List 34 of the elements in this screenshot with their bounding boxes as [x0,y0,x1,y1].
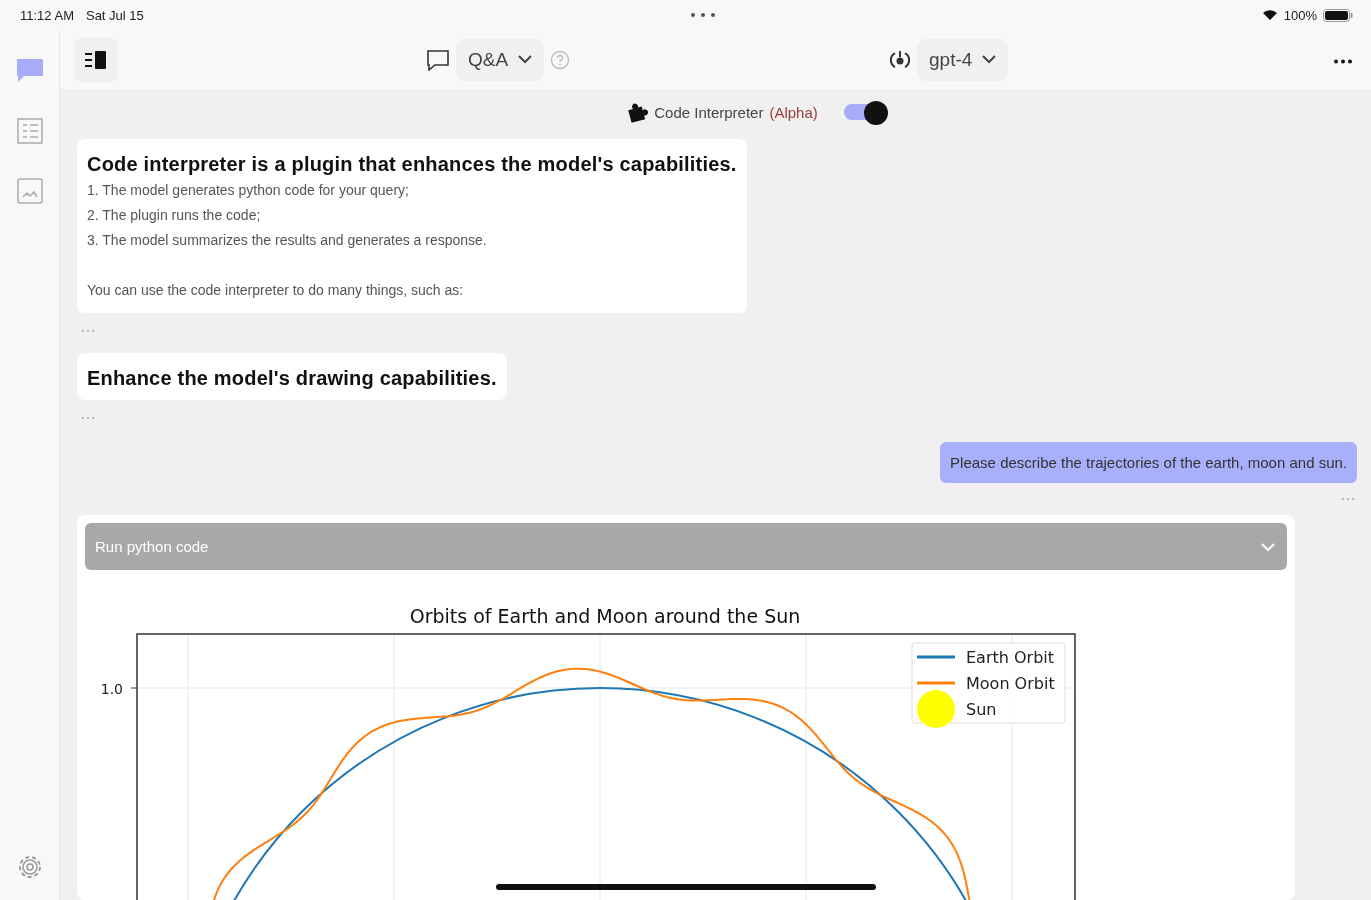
message-text: 1. The model generates python code for your query; [87,181,410,200]
legend-label: Earth Orbit [966,648,1055,667]
message-text: 2. The plugin runs the code; [87,206,262,225]
message-heading: Enhance the model's drawing capabilities. [87,367,497,390]
plugin-toggle[interactable] [843,101,888,123]
message-text: You can use the code interpreter to do many things, such as: [87,281,465,300]
chevron-down-icon [982,55,997,64]
list-icon[interactable] [14,116,45,146]
wifi-icon [1261,9,1278,21]
legend-label: Sun [966,700,997,719]
user-message: Please describe the trajectories of the earth, moon and sun. [940,442,1357,483]
chart-title: Orbits of Earth and Moon around the Sun [409,605,801,627]
message-text: 3. The model summarizes the results and generates a response. [87,231,488,250]
puzzle-icon [626,101,649,123]
sidebar-icon [85,50,107,69]
legend-label: Moon Orbit [966,674,1055,693]
y-tick-label: 1.0 [100,681,123,697]
chevron-down-icon [518,55,533,64]
battery-percent: 100% [1283,7,1317,23]
plugin-stage: (Alpha) [769,103,818,121]
chat-icon [426,48,450,71]
status-date: Sat Jul 15 [85,7,144,23]
help-icon[interactable] [550,49,571,70]
plugin-name: Code Interpreter [654,103,764,121]
chevron-down-icon [1261,543,1275,552]
sidebar-toggle-button[interactable] [74,37,118,82]
model-dropdown[interactable]: gpt-4 [917,38,1009,81]
battery-icon [1323,8,1353,22]
multitask-icon[interactable] [689,12,716,18]
image-icon[interactable] [14,176,45,206]
message-heading: Code interpreter is a plugin that enhances the model's capabilities. [87,153,737,176]
status-time: 11:12 AM [20,7,74,23]
model-icon [889,48,911,71]
mode-dropdown[interactable]: Q&A [456,38,545,81]
